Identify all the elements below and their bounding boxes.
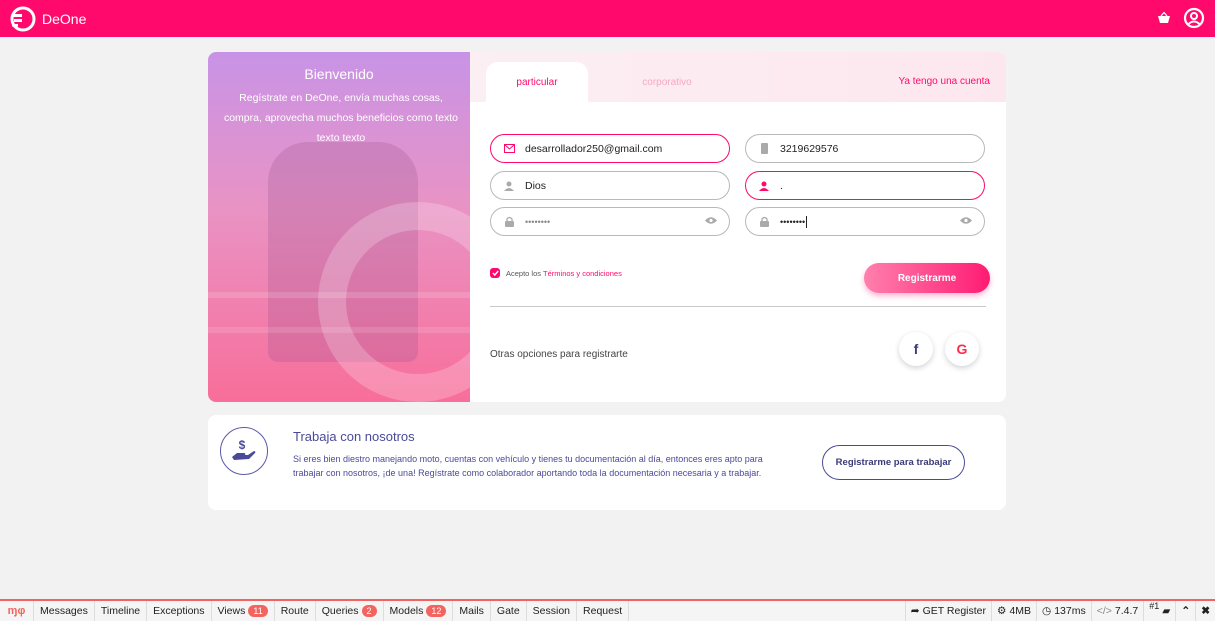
- last-name-field[interactable]: .: [745, 171, 985, 200]
- count-badge: 11: [248, 605, 268, 617]
- user-account-icon[interactable]: [1183, 7, 1205, 29]
- count-badge: 2: [361, 605, 377, 617]
- restore-button[interactable]: ⌃: [1175, 601, 1195, 621]
- other-options-label: Otras opciones para registrarte: [490, 349, 628, 360]
- have-account-link[interactable]: Ya tengo una cuenta: [898, 76, 990, 87]
- php-version-indicator[interactable]: </> 7.4.7: [1090, 601, 1144, 621]
- facebook-icon: f: [913, 341, 919, 357]
- facebook-button[interactable]: f: [899, 332, 933, 366]
- lock-icon: [758, 216, 770, 228]
- password-value: ••••••••: [525, 216, 551, 227]
- brand[interactable]: DeOne: [10, 6, 86, 32]
- debug-bar: ɱφ Messages Timeline Exceptions Views 11 Rout…: [0, 599, 1215, 621]
- welcome-text: Regístrate en DeOne, envía muchas cosas,…: [223, 92, 459, 144]
- register-to-work-button[interactable]: Registrarme para trabajar: [822, 445, 965, 480]
- debugbar-tab-request[interactable]: Request: [577, 601, 630, 621]
- terms-prefix: Acepto los: [506, 268, 542, 278]
- user-icon: [758, 180, 770, 192]
- debugbar-tab-views[interactable]: Views 11: [212, 601, 275, 621]
- debugbar-tab-gate[interactable]: Gate: [491, 601, 527, 621]
- divider: [490, 306, 986, 307]
- close-button[interactable]: ✖: [1195, 601, 1215, 621]
- hand-money-icon: $: [220, 427, 268, 475]
- code-icon: </>: [1096, 605, 1112, 617]
- clock-icon: ◷: [1042, 605, 1052, 617]
- email-value: desarrollador250@gmail.com: [525, 142, 663, 155]
- count-badge: 12: [426, 605, 447, 617]
- confirm-password-value: ••••••••: [780, 216, 806, 227]
- time-indicator[interactable]: ◷ 137ms: [1036, 601, 1091, 621]
- cogs-icon: ⚙: [997, 605, 1007, 617]
- lock-icon: [503, 216, 515, 228]
- debugbar-tab-models[interactable]: Models 12: [384, 601, 454, 621]
- terms-checkbox[interactable]: [490, 268, 500, 278]
- work-with-us-card: $ Trabaja con nosotros Si eres bien dies…: [208, 415, 1006, 510]
- first-name-field[interactable]: Dios: [490, 171, 730, 200]
- password-field[interactable]: ••••••••: [490, 207, 730, 236]
- tab-particular[interactable]: particular: [486, 62, 588, 102]
- folder-open-icon[interactable]: ▰: [1162, 605, 1170, 617]
- chevron-up-icon: ⌃: [1181, 605, 1191, 617]
- eye-icon[interactable]: [705, 216, 717, 228]
- google-icon: G: [956, 341, 968, 357]
- google-button[interactable]: G: [945, 332, 979, 366]
- user-icon: [503, 180, 515, 192]
- registration-form: particular corporativo Ya tengo una cuen…: [470, 52, 1006, 402]
- debugbar-tab-exceptions[interactable]: Exceptions: [147, 601, 212, 621]
- envelope-icon: [503, 143, 515, 155]
- registration-card: Bienvenido Regístrate en DeOne, envía mu…: [208, 52, 1006, 402]
- debugbar-tab-route[interactable]: Route: [275, 601, 316, 621]
- tab-corporativo[interactable]: corporativo: [622, 62, 712, 102]
- share-arrow-icon: ➦: [910, 605, 920, 617]
- last-name-value: .: [780, 179, 783, 192]
- svg-text:$: $: [239, 438, 246, 452]
- email-field[interactable]: desarrollador250@gmail.com: [490, 134, 730, 163]
- deone-logo-icon: [10, 6, 36, 31]
- welcome-panel: Bienvenido Regístrate en DeOne, envía mu…: [208, 52, 470, 402]
- basket-icon[interactable]: [1157, 12, 1171, 24]
- text-caret: [806, 215, 808, 228]
- phone-icon: [758, 143, 770, 155]
- debugbar-tab-messages[interactable]: Messages: [34, 601, 95, 621]
- request-selector[interactable]: #1 ▰: [1143, 601, 1175, 621]
- debugbar-logo-icon[interactable]: ɱφ: [0, 601, 34, 621]
- memory-indicator[interactable]: ⚙ 4MB: [991, 601, 1036, 621]
- close-icon: ✖: [1201, 605, 1210, 617]
- debugbar-tab-queries[interactable]: Queries 2: [316, 601, 384, 621]
- first-name-value: Dios: [525, 179, 547, 192]
- register-button[interactable]: Registrarme: [864, 263, 990, 293]
- debugbar-tab-session[interactable]: Session: [527, 601, 578, 621]
- top-navbar: DeOne: [0, 0, 1215, 37]
- eye-icon[interactable]: [960, 216, 972, 228]
- phone-field[interactable]: 3219629576: [745, 134, 985, 163]
- terms-link[interactable]: Términos y condiciones: [543, 269, 622, 278]
- route-indicator[interactable]: ➦ GET Register: [904, 601, 991, 621]
- brand-name: DeOne: [42, 10, 87, 27]
- debugbar-tab-timeline[interactable]: Timeline: [95, 601, 148, 621]
- work-text: Si eres bien diestro manejando moto, cue…: [293, 454, 763, 478]
- welcome-title: Bienvenido: [304, 66, 374, 82]
- debugbar-tab-mails[interactable]: Mails: [453, 601, 491, 621]
- phone-value: 3219629576: [780, 142, 839, 155]
- work-title: Trabaja con nosotros: [293, 429, 415, 444]
- terms-row: Acepto los Términos y condiciones: [490, 268, 622, 278]
- confirm-password-field[interactable]: ••••••••: [745, 207, 985, 236]
